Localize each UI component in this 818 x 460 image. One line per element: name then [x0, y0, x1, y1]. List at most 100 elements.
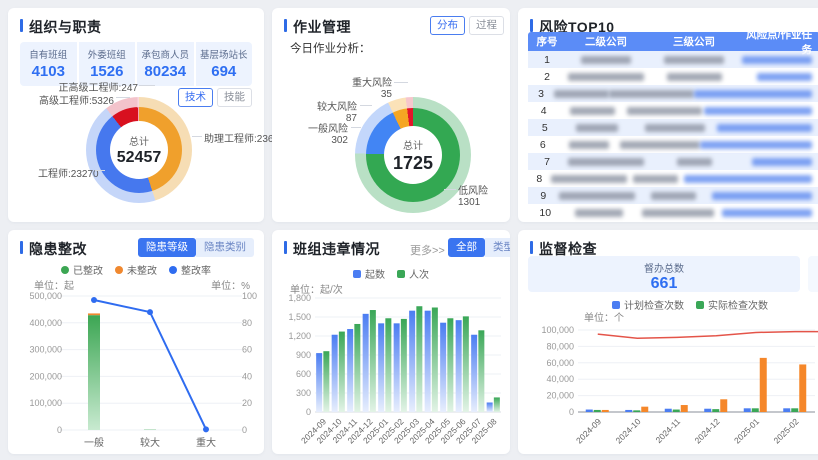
work-subtitle: 今日作业分析：: [290, 40, 371, 56]
tab-hazard-level[interactable]: 隐患等级: [138, 238, 196, 257]
risk-link[interactable]: [694, 90, 818, 98]
hazard-tab-group: 隐患等级 隐患类别: [138, 238, 254, 257]
risk-link[interactable]: [742, 158, 818, 166]
risk-link[interactable]: [742, 73, 818, 81]
svg-text:80,000: 80,000: [546, 341, 574, 351]
button-distribution[interactable]: 分布: [430, 16, 465, 35]
stat-label: 督办总数: [528, 260, 800, 275]
legend-item-actual[interactable]: 实际检查次数: [696, 297, 768, 312]
risk-link[interactable]: [742, 56, 818, 64]
legend-item-rectified[interactable]: 已整改: [61, 262, 103, 277]
supervision-legend: 计划检查次数 实际检查次数: [612, 297, 768, 312]
org-donut-chart: 总计 52457: [86, 97, 192, 203]
col-risk-task: 风险点/作业任务: [742, 27, 818, 57]
legend-item-rate[interactable]: 整改率: [169, 262, 211, 277]
col-company3: 三级公司: [646, 34, 742, 49]
legend-marker: [115, 266, 123, 274]
callout-value: 1301: [458, 197, 488, 208]
svg-text:0: 0: [242, 425, 247, 435]
callout-value: 35: [352, 89, 392, 100]
table-row[interactable]: 2: [528, 68, 818, 85]
callout-senior-engineer: 高级工程师:5326: [39, 92, 114, 107]
stat-label: 外委班组: [79, 47, 136, 61]
table-row[interactable]: 3: [528, 85, 818, 102]
table-row[interactable]: 8: [528, 170, 818, 187]
panel-risk-top10: 风险TOP10 序号 二级公司 三级公司 风险点/作业任务 1 2 3 4: [518, 8, 818, 222]
risk-link[interactable]: [704, 107, 818, 115]
button-process[interactable]: 过程: [469, 16, 504, 35]
leader-line: [394, 82, 408, 83]
donut-center: 总计 1725: [384, 126, 442, 184]
svg-text:80: 80: [242, 318, 252, 328]
risk-link[interactable]: [712, 192, 818, 200]
table-row[interactable]: 7: [528, 153, 818, 170]
violation-legend: 起数 人次: [272, 266, 510, 281]
svg-text:1,500: 1,500: [288, 312, 311, 322]
legend-item-unrectified[interactable]: 未整改: [115, 262, 157, 277]
leader-line: [351, 127, 361, 128]
stat-label: 基层场站长: [196, 47, 253, 61]
tab-skill[interactable]: 技能: [217, 88, 252, 107]
callout-name: 低风险: [458, 182, 488, 197]
legend-item-persons[interactable]: 人次: [397, 266, 429, 281]
callout-low-risk: 低风险 1301: [458, 182, 488, 208]
col-company2: 二级公司: [566, 34, 646, 49]
table-row[interactable]: 4: [528, 102, 818, 119]
svg-text:0: 0: [306, 407, 311, 417]
svg-text:100: 100: [242, 291, 257, 301]
tab-all[interactable]: 全部: [448, 238, 485, 257]
callout-general-risk: 一般风险 302: [308, 120, 348, 146]
callout-name: 重大风险: [352, 74, 392, 89]
stat-contractor-staff: 承包商人员 80234: [137, 42, 194, 86]
panel-organization-title: 组织与职责: [20, 17, 102, 37]
table-row[interactable]: 9: [528, 187, 818, 204]
hazard-bar-line-chart: 500,000100400,00080300,00060200,00040100…: [14, 288, 258, 452]
risk-link[interactable]: [700, 141, 818, 149]
more-link[interactable]: 更多>>: [410, 242, 445, 258]
panel-violation-title: 班组违章情况: [284, 239, 380, 259]
callout-assistant-engineer: 助理工程师:236...: [204, 130, 282, 145]
svg-text:2024-09: 2024-09: [574, 416, 603, 445]
svg-text:40: 40: [242, 371, 252, 381]
svg-text:较大: 较大: [140, 436, 160, 449]
dashboard: { "panels": { "org": { "title": "组织与职责",…: [0, 0, 818, 460]
svg-text:2024-10: 2024-10: [614, 416, 643, 445]
panel-hazard-rectification: 隐患整改 隐患等级 隐患类别 已整改 未整改 整改率 单位：起 单位：% 500…: [8, 230, 264, 454]
violation-bar-chart: 1,8001,5001,20090060030002024-092024-102…: [275, 290, 507, 452]
legend-item-cases[interactable]: 起数: [353, 266, 385, 281]
table-row[interactable]: 5: [528, 119, 818, 136]
svg-text:100,000: 100,000: [541, 325, 574, 335]
svg-text:500,000: 500,000: [29, 291, 62, 301]
stat-label: 自有班组: [20, 47, 77, 61]
tab-type[interactable]: 类型: [485, 238, 510, 257]
leader-line: [139, 85, 155, 86]
svg-text:40,000: 40,000: [546, 374, 574, 384]
svg-text:2025-01: 2025-01: [732, 416, 761, 445]
legend-marker: [696, 301, 704, 309]
stat-label: 承包商人员: [137, 47, 194, 61]
stat-value: 694: [196, 63, 253, 80]
svg-text:200,000: 200,000: [29, 371, 62, 381]
risk-link[interactable]: [717, 124, 818, 132]
legend-marker: [397, 270, 405, 278]
stat-value: 4103: [20, 63, 77, 80]
svg-text:2025-02: 2025-02: [772, 416, 801, 445]
donut-total-label: 总计: [403, 137, 423, 152]
table-row[interactable]: 6: [528, 136, 818, 153]
svg-text:20: 20: [242, 398, 252, 408]
work-btn-group: 分布 过程: [430, 16, 504, 35]
legend-marker: [61, 266, 69, 274]
tab-hazard-category[interactable]: 隐患类别: [196, 238, 254, 257]
risk-table: 序号 二级公司 三级公司 风险点/作业任务 1 2 3 4: [528, 32, 818, 221]
risk-link[interactable]: [684, 175, 818, 183]
callout-name: 一般风险: [308, 120, 348, 135]
supervise-total-statbox: 督办总数 661: [528, 256, 800, 292]
callout-name: 较大风险: [317, 98, 357, 113]
risk-link[interactable]: [722, 209, 818, 217]
panel-work-title: 作业管理: [284, 17, 351, 37]
table-row[interactable]: 10: [528, 204, 818, 221]
leader-line: [116, 97, 130, 98]
col-seq: 序号: [528, 34, 566, 49]
panel-organization: 组织与职责 自有班组 4103 外委班组 1526 承包商人员 80234 基层…: [8, 8, 264, 222]
panel-work-management: 作业管理 分布 过程 今日作业分析： 总计 1725 重大风险 35 较大风险 …: [272, 8, 510, 222]
